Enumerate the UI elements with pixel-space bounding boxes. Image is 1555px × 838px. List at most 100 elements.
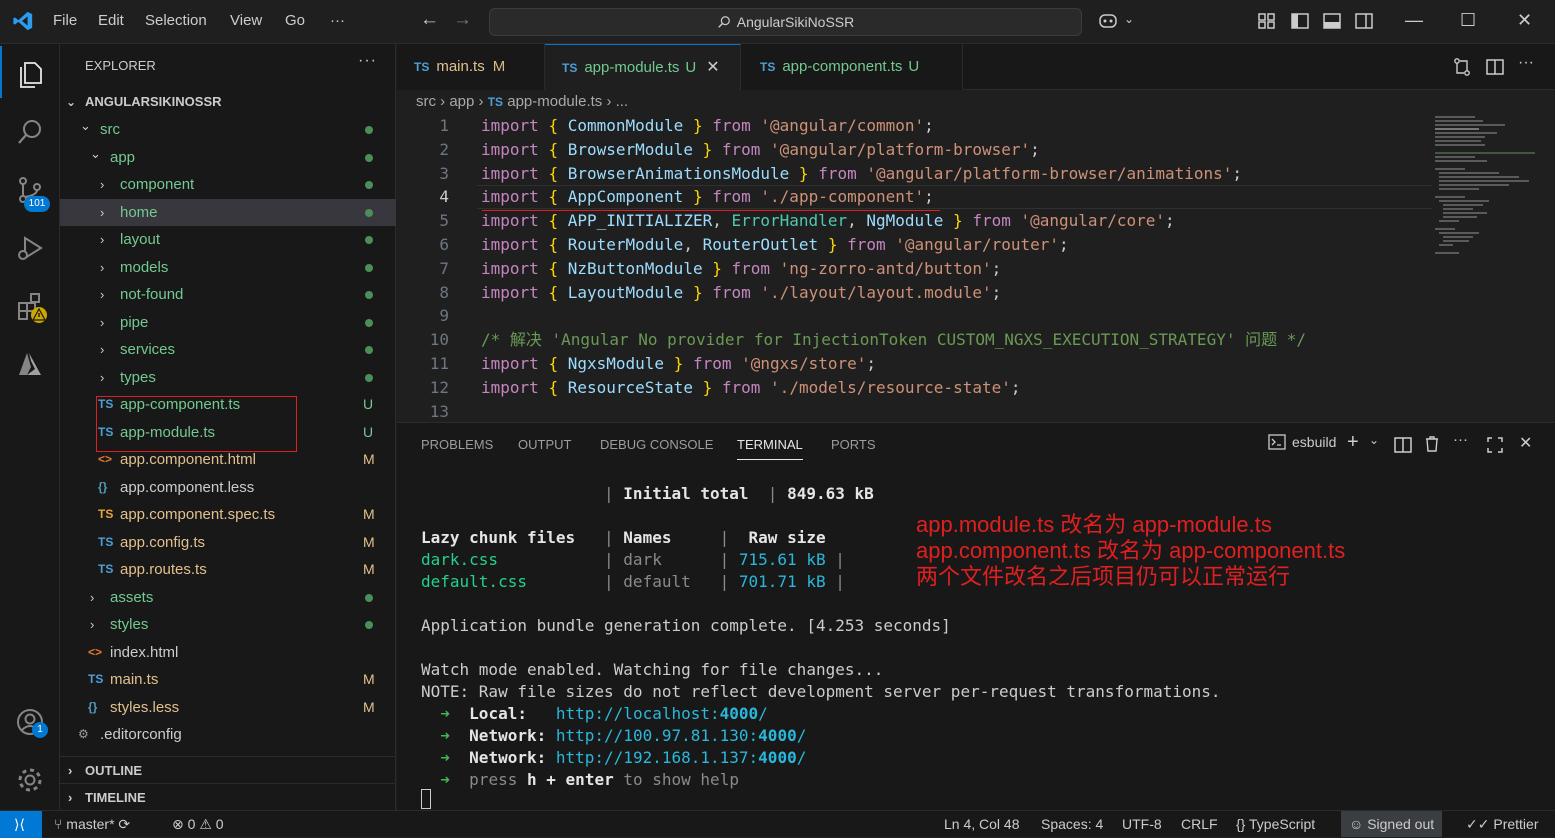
file-styles.less[interactable]: {} styles.less M: [60, 694, 396, 721]
panel-tab-output[interactable]: OUTPUT: [518, 437, 571, 452]
breadcrumb-src[interactable]: src: [416, 93, 436, 110]
code-line[interactable]: 4 import { AppComponent } from './app-com…: [397, 185, 1437, 209]
panel-tab-debug-console[interactable]: DEBUG CONSOLE: [600, 437, 713, 452]
tab-app-module-ts[interactable]: TS app-module.ts U ✕: [545, 44, 741, 91]
file-main.ts[interactable]: TS main.ts M: [60, 666, 396, 693]
branch-indicator[interactable]: ⑂ master* ⟳: [54, 811, 130, 837]
code-line[interactable]: 13: [397, 400, 1437, 424]
prettier-status[interactable]: ✓✓ Prettier: [1466, 811, 1538, 837]
code-line[interactable]: 3 import { BrowserAnimationsModule } from…: [397, 162, 1437, 186]
run-debug-activity[interactable]: [0, 220, 60, 276]
workspace-root[interactable]: ⌄ ANGULARSIKINOSSR: [60, 88, 396, 116]
terminal-selector[interactable]: esbuild: [1268, 434, 1336, 450]
file-.editorconfig[interactable]: ⚙ .editorconfig: [60, 721, 396, 748]
code-line[interactable]: 5 import { APP_INITIALIZER, ErrorHandler,…: [397, 209, 1437, 233]
code-line[interactable]: 1 import { CommonModule } from '@angular/…: [397, 114, 1437, 138]
split-editor-icon[interactable]: [1485, 57, 1505, 77]
azure-activity[interactable]: [0, 336, 60, 392]
breadcrumb-file[interactable]: app-module.ts: [507, 93, 602, 110]
minimap[interactable]: [1435, 114, 1545, 264]
minimize-icon[interactable]: —: [1405, 10, 1423, 31]
new-terminal-icon[interactable]: +: [1347, 431, 1359, 454]
file-index.html[interactable]: <> index.html: [60, 639, 396, 666]
code-line[interactable]: 8 import { LayoutModule } from './layout/…: [397, 281, 1437, 305]
panel-tab-problems[interactable]: PROBLEMS: [421, 437, 493, 452]
cursor-position[interactable]: Ln 4, Col 48: [944, 811, 1020, 837]
close-window-icon[interactable]: ✕: [1517, 10, 1532, 31]
close-panel-icon[interactable]: ✕: [1519, 433, 1532, 453]
copilot-icon[interactable]: [1097, 11, 1121, 31]
folder-src[interactable]: ⌄ src: [60, 116, 396, 143]
menu-view[interactable]: View: [230, 12, 262, 29]
line-ending[interactable]: CRLF: [1181, 811, 1218, 837]
code-line[interactable]: 10 /* 解决 'Angular No provider for Injecti…: [397, 328, 1437, 352]
maximize-panel-icon[interactable]: [1486, 436, 1504, 454]
problems-indicator[interactable]: ⊗ 0 ⚠ 0: [172, 811, 224, 837]
toggle-secondary-sidebar-icon[interactable]: [1354, 11, 1374, 31]
network-url-2[interactable]: http://192.168.1.137:4000/: [556, 748, 806, 767]
indentation[interactable]: Spaces: 4: [1041, 811, 1103, 837]
command-center-search[interactable]: AngularSikiNoSSR: [489, 8, 1082, 36]
file-app.component.less[interactable]: {} app.component.less: [60, 474, 396, 501]
menu-selection[interactable]: Selection: [145, 12, 207, 29]
compare-changes-icon[interactable]: [1452, 57, 1472, 77]
panel-tab-terminal[interactable]: TERMINAL: [737, 437, 803, 460]
forward-arrow-icon[interactable]: →: [453, 9, 472, 31]
folder-services[interactable]: › services: [60, 336, 396, 363]
folder-home[interactable]: › home: [60, 198, 396, 226]
folder-types[interactable]: › types: [60, 364, 396, 391]
tab-app-component-ts[interactable]: TS app-component.ts U: [741, 44, 963, 90]
code-line[interactable]: 7 import { NzButtonModule } from 'ng-zorr…: [397, 257, 1437, 281]
panel-more-icon[interactable]: ···: [1453, 431, 1468, 448]
folder-pipe[interactable]: › pipe: [60, 309, 396, 336]
explorer-more-icon[interactable]: ···: [358, 52, 377, 70]
breadcrumb-app[interactable]: app: [449, 93, 474, 110]
trash-icon[interactable]: [1424, 435, 1440, 453]
folder-layout[interactable]: › layout: [60, 226, 396, 253]
tab-main-ts[interactable]: TS main.ts M: [397, 44, 545, 90]
folder-models[interactable]: › models: [60, 254, 396, 281]
split-terminal-icon[interactable]: [1394, 436, 1412, 454]
outline-section[interactable]: › OUTLINE: [60, 756, 396, 783]
remote-indicator[interactable]: ⟩⟨: [0, 811, 42, 838]
explorer-activity[interactable]: [0, 46, 60, 102]
customize-layout-icon[interactable]: [1257, 11, 1277, 31]
folder-component[interactable]: › component: [60, 171, 396, 198]
extensions-activity[interactable]: [0, 278, 60, 334]
code-line[interactable]: 12 import { ResourceState } from './model…: [397, 376, 1437, 400]
file-app.component.spec.ts[interactable]: TS app.component.spec.ts M: [60, 501, 396, 528]
encoding[interactable]: UTF-8: [1122, 811, 1162, 837]
file-app.config.ts[interactable]: TS app.config.ts M: [60, 529, 396, 556]
folder-styles[interactable]: › styles: [60, 611, 396, 638]
signed-out-status[interactable]: ☺ Signed out: [1341, 811, 1443, 837]
folder-assets[interactable]: › assets: [60, 584, 396, 611]
code-line[interactable]: 6 import { RouterModule, RouterOutlet } f…: [397, 233, 1437, 257]
maximize-icon[interactable]: ☐: [1460, 10, 1476, 31]
accounts-activity[interactable]: 1: [0, 694, 60, 750]
language-mode[interactable]: {} TypeScript: [1236, 811, 1315, 837]
chevron-down-icon[interactable]: ⌄: [1369, 433, 1379, 447]
code-line[interactable]: 2 import { BrowserModule } from '@angular…: [397, 138, 1437, 162]
search-activity[interactable]: [0, 104, 60, 160]
back-arrow-icon[interactable]: ←: [420, 9, 439, 31]
code-line[interactable]: 11 import { NgxsModule } from '@ngxs/stor…: [397, 352, 1437, 376]
toggle-panel-icon[interactable]: [1322, 11, 1342, 31]
toggle-sidebar-icon[interactable]: [1290, 11, 1310, 31]
timeline-section[interactable]: › TIMELINE: [60, 783, 396, 810]
panel-tab-ports[interactable]: PORTS: [831, 437, 876, 452]
local-url[interactable]: http://localhost:4000/: [556, 704, 768, 723]
code-line[interactable]: 9: [397, 304, 1437, 328]
network-url-1[interactable]: http://100.97.81.130:4000/: [556, 726, 806, 745]
manage-activity[interactable]: [0, 752, 60, 808]
source-control-activity[interactable]: 101: [0, 162, 60, 218]
menu-file[interactable]: File: [53, 12, 77, 29]
file-app.routes.ts[interactable]: TS app.routes.ts M: [60, 556, 396, 583]
folder-not-found[interactable]: › not-found: [60, 281, 396, 308]
menu-go[interactable]: Go: [285, 12, 305, 29]
copilot-dropdown-icon[interactable]: ⌄: [1124, 12, 1134, 26]
close-tab-icon[interactable]: ✕: [706, 59, 719, 76]
menu-edit[interactable]: Edit: [98, 12, 124, 29]
menu-more[interactable]: ···: [330, 12, 345, 29]
folder-app[interactable]: ⌄ app: [60, 144, 396, 171]
editor-more-icon[interactable]: ···: [1518, 54, 1534, 72]
